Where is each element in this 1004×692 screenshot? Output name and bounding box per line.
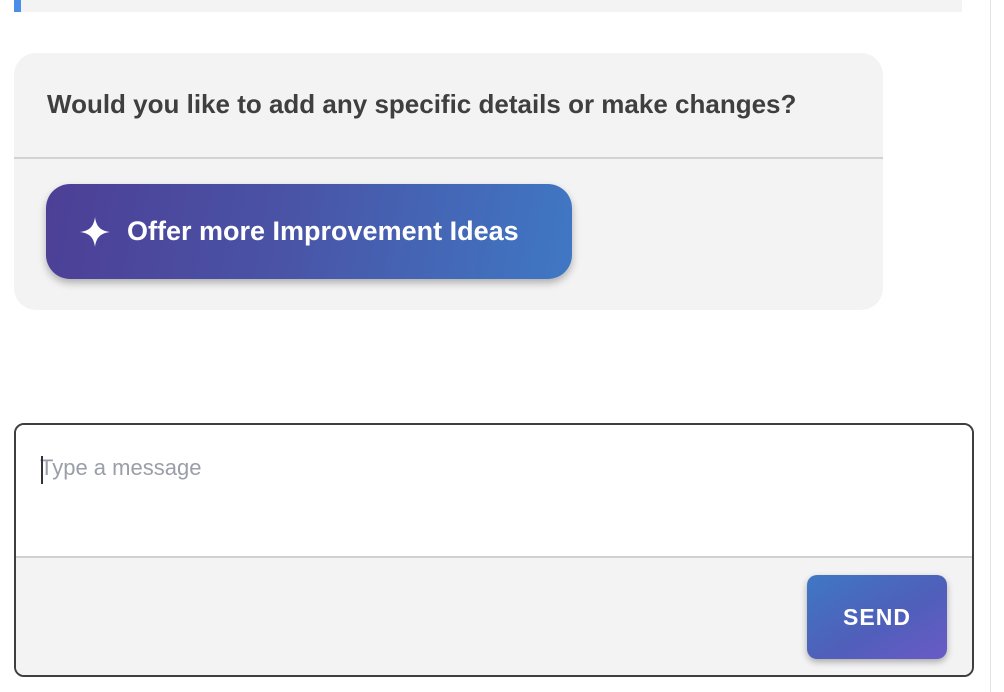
assistant-message-text: Would you like to add any specific detai… [47, 89, 797, 119]
send-button[interactable]: SEND [807, 575, 947, 659]
composer-footer: SEND [16, 558, 972, 675]
previous-message-card [14, 0, 962, 12]
previous-message-accent-bar [14, 0, 21, 12]
message-input[interactable] [16, 425, 972, 556]
message-composer: SEND [14, 423, 974, 677]
assistant-message-bubble: Would you like to add any specific detai… [14, 53, 883, 310]
sparkle-icon [79, 216, 111, 248]
scrollbar-track[interactable] [990, 0, 1004, 692]
text-cursor [41, 456, 43, 484]
offer-improvement-ideas-label: Offer more Improvement Ideas [127, 216, 519, 246]
chat-page: Would you like to add any specific detai… [0, 0, 1004, 692]
offer-improvement-ideas-button[interactable]: Offer more Improvement Ideas [46, 184, 572, 279]
bubble-divider [14, 157, 883, 159]
